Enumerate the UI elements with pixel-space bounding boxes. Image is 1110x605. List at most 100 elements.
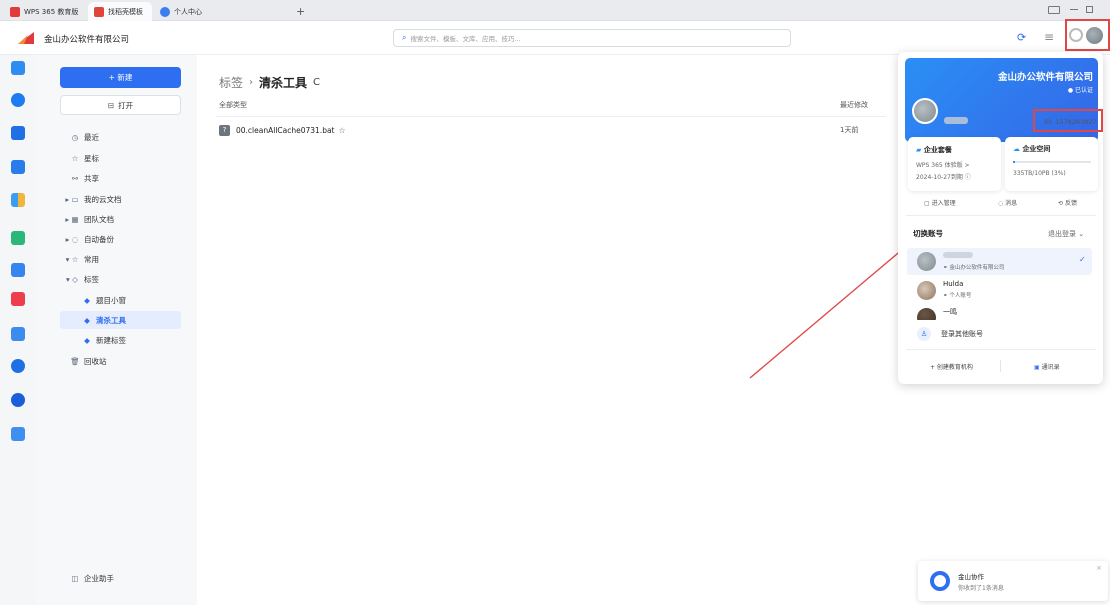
popup-avatar[interactable] <box>912 98 938 124</box>
account-name: 一鸣 <box>943 308 957 316</box>
chat-app-icon[interactable] <box>11 359 25 373</box>
account-org: ⚭ 金山办公软件有限公司 <box>943 265 1005 271</box>
account-name-redacted <box>943 252 973 258</box>
sidebar-item-tag-question[interactable]: ◆ 题目小窗 <box>82 291 126 309</box>
plan-card[interactable]: ▰ 企业套餐 WPS 365 体验版 > 2024-10-27到期 ⓘ <box>908 137 1001 191</box>
star-icon: ▾ ☆ <box>65 254 79 264</box>
verified-icon: ● <box>1067 87 1075 94</box>
new-button[interactable]: + 新建 <box>60 67 181 88</box>
tag-icon: ◆ <box>84 315 90 325</box>
manage-button[interactable]: ▢ 进入管理 <box>924 198 956 207</box>
notification-toast[interactable]: 金山协作 你收到了1条消息 × <box>918 561 1108 601</box>
sidebar-item-shared[interactable]: ⚯ 共享 <box>70 169 99 187</box>
layout-icon[interactable] <box>1048 6 1060 14</box>
toast-body: 你收到了1条消息 <box>958 585 1004 592</box>
manage-icon: ▢ <box>924 200 932 207</box>
calendar-app-icon[interactable] <box>11 160 25 174</box>
menu-icon[interactable]: ≡ <box>1044 30 1054 44</box>
refresh-icon[interactable]: C <box>313 77 320 88</box>
highlight-avatar-box <box>1065 19 1110 51</box>
account-avatar <box>917 281 936 300</box>
search-icon: ⌕ <box>402 33 407 42</box>
meeting-app-icon[interactable] <box>11 126 25 140</box>
logout-button[interactable]: 退出登录 ⌄ <box>1048 229 1084 239</box>
sidebar-item-starred[interactable]: ☆ 星标 <box>70 149 99 167</box>
user-add-icon: ♙ <box>917 327 931 341</box>
open-button[interactable]: ⊟ 打开 <box>60 95 181 115</box>
open-icon: ⊟ <box>107 100 115 110</box>
chart-app-icon[interactable] <box>11 327 25 341</box>
account-item-selected[interactable]: ⚭ 金山办公软件有限公司 ✓ <box>907 248 1092 275</box>
user-center-icon <box>160 6 170 17</box>
account-name: Hulda <box>943 280 964 288</box>
sidebar-item-team-docs[interactable]: ▸ ▦ 团队文档 <box>64 210 114 228</box>
docs-app-icon[interactable] <box>11 61 25 75</box>
header-divider <box>216 116 886 117</box>
assistant-icon: ◫ <box>71 573 79 583</box>
folder-icon: ▸ ▭ <box>65 194 79 204</box>
company-logo-icon <box>18 32 34 44</box>
space-usage: 335TB/10PB (3%) <box>1013 170 1066 177</box>
space-card[interactable]: ☁ 企业空间 335TB/10PB (3%) <box>1005 137 1098 191</box>
tab-wps-home[interactable]: WPS 365 教育版 <box>4 2 84 21</box>
account-item[interactable]: Hulda ⚭ 个人账号 <box>907 278 1092 302</box>
forms-app-icon[interactable] <box>11 231 25 245</box>
sidebar-item-tag-clean[interactable]: ◆ 清杀工具 <box>82 311 126 329</box>
create-org-button[interactable]: + 创建教育机构 <box>930 362 973 371</box>
sidebar-item-tags[interactable]: ▾ ◇ 标签 <box>64 270 99 288</box>
template-icon <box>94 6 104 17</box>
sidebar-item-assistant[interactable]: ◫ 企业助手 <box>70 569 114 587</box>
new-tab-button[interactable]: + <box>290 2 305 21</box>
contacts-button[interactable]: ▣ 通讯录 <box>1034 362 1060 371</box>
org-name: 金山办公软件有限公司 <box>997 72 1093 83</box>
account-avatar <box>917 252 936 271</box>
share-icon: ⚯ <box>71 173 79 183</box>
search-input[interactable]: ⌕ 搜索文件、模板、文库、应用、技巧... <box>393 29 791 47</box>
breadcrumb-separator: › <box>249 77 254 88</box>
wps-logo-icon <box>10 6 20 17</box>
star-icon[interactable]: ☆ <box>339 126 346 135</box>
pdf-app-icon[interactable] <box>11 292 25 306</box>
divider <box>906 349 1096 350</box>
type-filter[interactable]: 全部类型 <box>219 100 247 110</box>
plan-expiry: 2024-10-27到期 ⓘ <box>916 174 971 181</box>
divider <box>1000 360 1001 372</box>
sync-icon[interactable]: ⟳ <box>1017 31 1026 44</box>
account-type: ⚭ 个人账号 <box>943 293 972 299</box>
sidebar-item-frequent[interactable]: ▾ ☆ 常用 <box>64 250 99 268</box>
sidebar-item-cloud-docs[interactable]: ▸ ▭ 我的云文档 <box>64 190 121 208</box>
plan-name: WPS 365 体验版 > <box>916 162 970 169</box>
cloud-app-icon[interactable] <box>11 93 25 107</box>
feedback-button[interactable]: ⟲ 反馈 <box>1058 198 1077 207</box>
check-icon: ✓ <box>1079 255 1086 264</box>
sidebar-item-backup[interactable]: ▸ ◌ 自动备份 <box>64 230 114 248</box>
page-title: 清杀工具 <box>259 76 308 90</box>
login-other-button[interactable]: ♙ 登录其他账号 <box>917 327 983 341</box>
tab-templates[interactable]: 找稻壳模板 <box>88 2 152 21</box>
switch-account-title: 切换账号 <box>913 229 943 238</box>
minimize-icon[interactable] <box>1070 9 1078 10</box>
app-rail <box>0 55 36 605</box>
space-progress <box>1013 161 1091 163</box>
breadcrumb-root[interactable]: 标签 <box>219 74 243 91</box>
maximize-icon[interactable] <box>1086 6 1093 13</box>
mail-app-icon[interactable] <box>11 263 25 277</box>
sidebar-item-recent[interactable]: ◷ 最近 <box>70 128 99 146</box>
plan-icon: ▰ <box>916 146 924 154</box>
apps-grid-icon[interactable] <box>11 193 25 207</box>
messages-button[interactable]: ◌ 消息 <box>998 198 1017 207</box>
close-icon[interactable]: × <box>1096 564 1102 572</box>
company-name[interactable]: 金山办公软件有限公司 <box>44 33 129 45</box>
column-modified[interactable]: 最近修改 <box>840 100 868 110</box>
toast-title: 金山协作 <box>958 573 984 581</box>
sidebar-item-new-tag[interactable]: ◆ 新建标签 <box>82 331 126 349</box>
account-item[interactable]: 一鸣 <box>907 304 1092 320</box>
tab-personal-center[interactable]: 个人中心 <box>154 2 274 21</box>
more-app-icon[interactable] <box>11 427 25 441</box>
backup-icon: ▸ ◌ <box>65 234 79 244</box>
feedback-icon: ⟲ <box>1058 200 1065 207</box>
bat-file-icon: ? <box>219 124 230 136</box>
tag-icon: ◆ <box>84 295 90 305</box>
collab-app-icon[interactable] <box>11 393 25 407</box>
sidebar-item-trash[interactable]: 🗑 回收站 <box>70 352 106 370</box>
